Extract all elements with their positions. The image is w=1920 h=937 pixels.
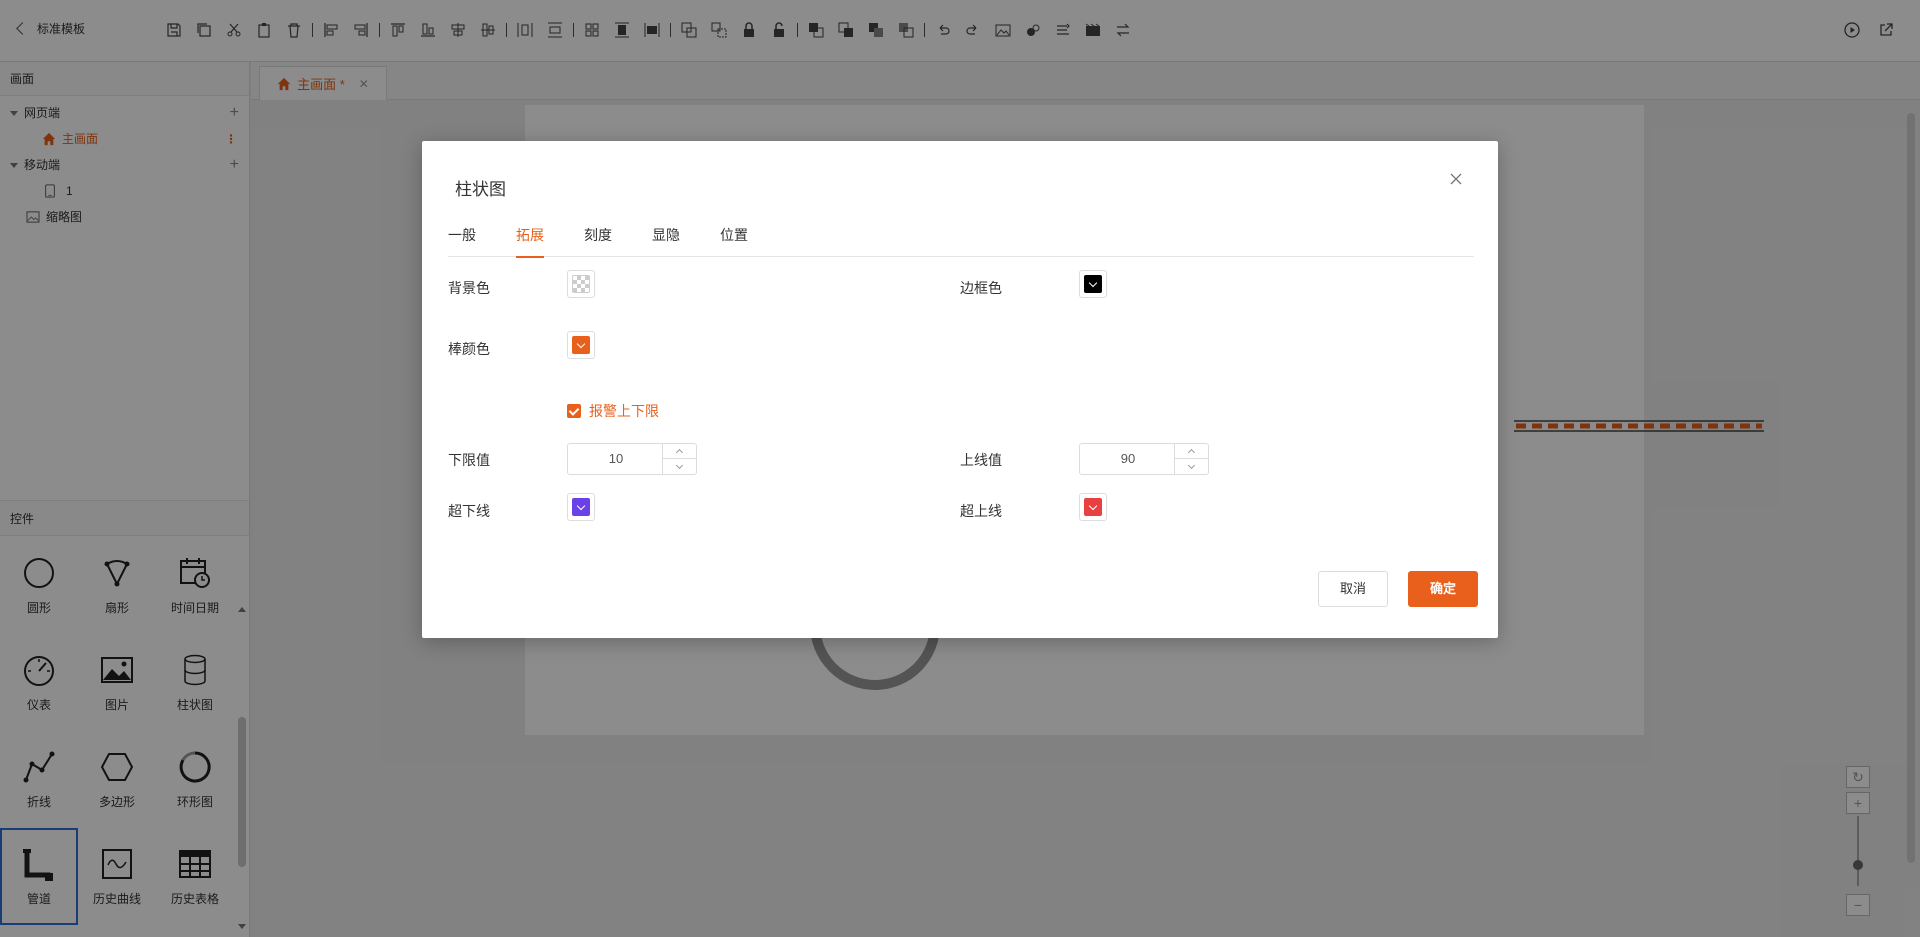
dialog-title: 柱状图 [455, 180, 506, 199]
tab-position[interactable]: 位置 [720, 224, 748, 257]
below-limit-color-label: 超下线 [448, 503, 490, 519]
border-color-picker[interactable] [1079, 270, 1107, 298]
close-icon[interactable] [1448, 171, 1464, 187]
checkbox-checked-icon[interactable] [567, 404, 581, 418]
transparent-swatch [572, 275, 590, 293]
chevron-down-icon [576, 501, 586, 510]
above-limit-color-picker[interactable] [1079, 493, 1107, 521]
tab-extend[interactable]: 拓展 [516, 224, 544, 258]
dialog-tabs: 一般 拓展 刻度 显隐 位置 [448, 224, 1474, 258]
border-color-label: 边框色 [960, 280, 1002, 296]
chevron-down-icon [576, 339, 586, 348]
bar-chart-dialog: 柱状图 一般 拓展 刻度 显隐 位置 背景色 边框色 棒颜色 报警上下限 下限值… [422, 141, 1498, 638]
upper-limit-input [1079, 443, 1209, 475]
bar-color-swatch [572, 336, 590, 354]
decrement-icon[interactable] [663, 459, 696, 474]
tab-scale[interactable]: 刻度 [584, 224, 612, 257]
below-limit-color-swatch [572, 498, 590, 516]
chevron-down-icon [1088, 501, 1098, 510]
lower-limit-field[interactable] [568, 444, 664, 474]
bar-color-picker[interactable] [567, 331, 595, 359]
alarm-limits-label: 报警上下限 [589, 403, 659, 419]
tab-general[interactable]: 一般 [448, 224, 476, 257]
increment-icon[interactable] [663, 444, 696, 459]
upper-limit-label: 上线值 [960, 452, 1002, 468]
decrement-icon[interactable] [1175, 459, 1208, 474]
bg-color-label: 背景色 [448, 280, 490, 296]
bar-color-label: 棒颜色 [448, 341, 490, 357]
chevron-down-icon [1088, 278, 1098, 287]
ok-button[interactable]: 确定 [1408, 571, 1478, 607]
increment-icon[interactable] [1175, 444, 1208, 459]
above-limit-color-label: 超上线 [960, 503, 1002, 519]
below-limit-color-picker[interactable] [567, 493, 595, 521]
alarm-limits-checkbox[interactable]: 报警上下限 [567, 401, 659, 421]
upper-limit-stepper [1174, 444, 1208, 474]
bg-color-picker[interactable] [567, 270, 595, 298]
above-limit-color-swatch [1084, 498, 1102, 516]
lower-limit-input [567, 443, 697, 475]
cancel-button[interactable]: 取消 [1318, 571, 1388, 607]
border-color-swatch [1084, 275, 1102, 293]
lower-limit-label: 下限值 [448, 452, 490, 468]
upper-limit-field[interactable] [1080, 444, 1176, 474]
lower-limit-stepper [662, 444, 696, 474]
tab-visibility[interactable]: 显隐 [652, 224, 680, 257]
